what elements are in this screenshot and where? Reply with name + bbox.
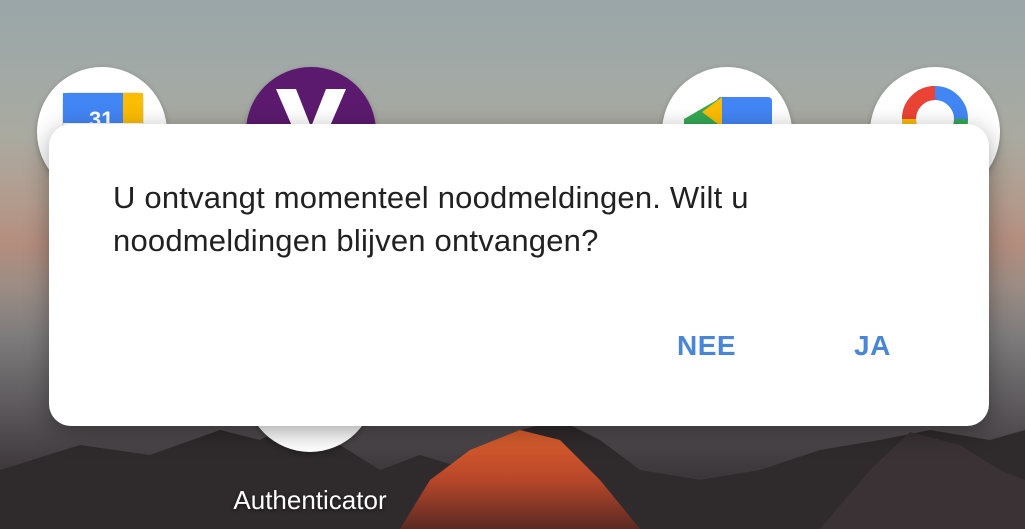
- no-button[interactable]: NEE: [661, 322, 752, 370]
- yes-button[interactable]: JA: [838, 322, 907, 370]
- app-label-authenticator: Authenticator: [233, 485, 387, 515]
- dialog-message: U ontvangt momenteel noodmeldingen. Wilt…: [113, 180, 749, 258]
- status-bar: [0, 0, 1025, 8]
- home-screen: 31 Authenticator U ontvangt momenteel no: [0, 0, 1025, 529]
- emergency-alert-dialog: U ontvangt momenteel noodmeldingen. Wilt…: [49, 124, 989, 426]
